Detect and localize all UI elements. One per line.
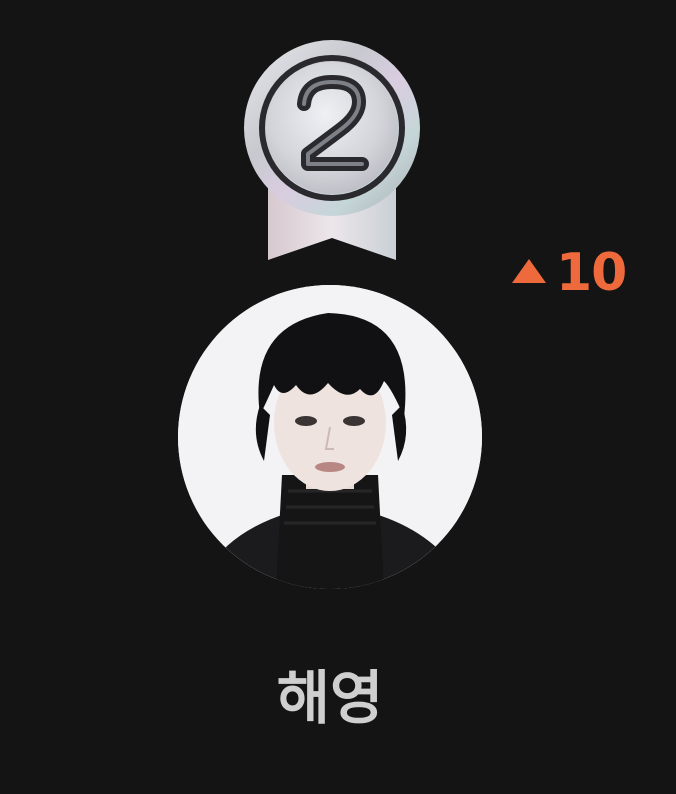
avatar[interactable] <box>178 285 482 589</box>
ranking-entry-card[interactable]: 10 해영 <box>0 0 676 794</box>
rank-change-indicator: 10 <box>512 243 627 303</box>
rank-change-value: 10 <box>556 243 627 303</box>
silver-medal-icon <box>238 38 426 264</box>
user-name: 해영 <box>276 664 384 732</box>
up-triangle-icon <box>512 259 546 283</box>
